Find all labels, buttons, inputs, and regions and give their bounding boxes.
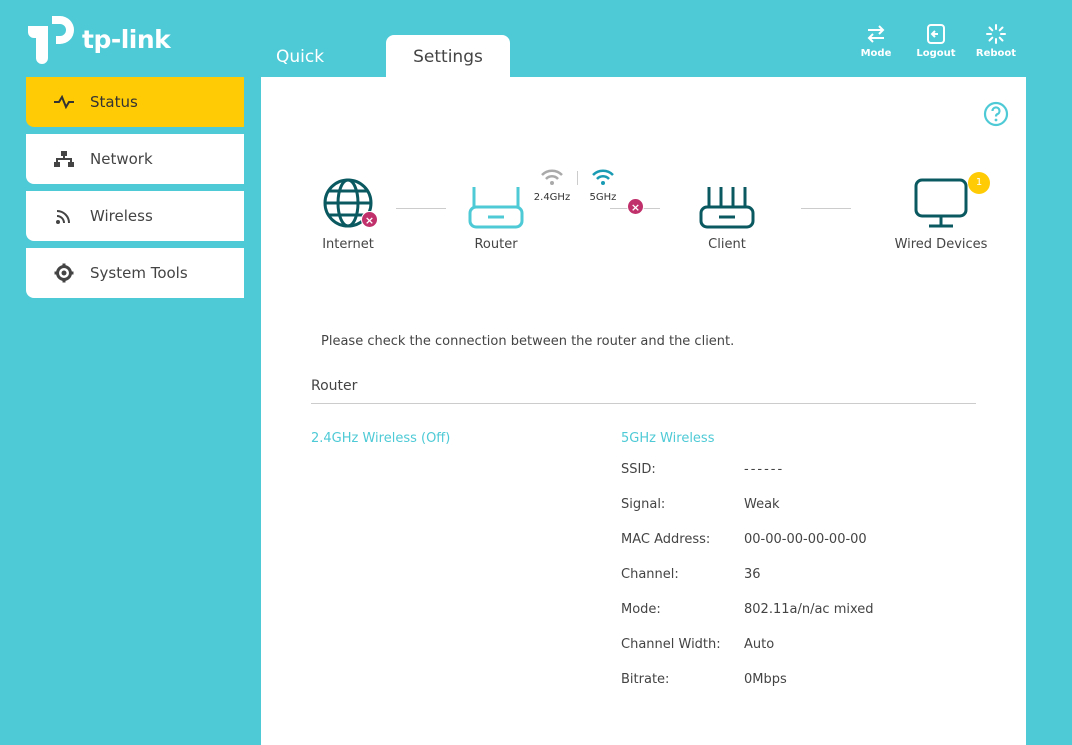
internet-error-icon: × <box>361 211 378 228</box>
tp-link-logo: tp-link <box>26 14 171 64</box>
field-ssid: SSID: ------ <box>621 462 784 477</box>
field-value: 802.11a/n/ac mixed <box>744 602 874 617</box>
pulse-icon <box>52 92 76 112</box>
connection-message: Please check the connection between the … <box>321 334 735 349</box>
sidebar-item-label: Network <box>90 150 153 168</box>
logout-button[interactable]: Logout <box>906 24 966 59</box>
monitor-icon <box>914 178 968 228</box>
field-channel-width: Channel Width: Auto <box>621 637 774 652</box>
main-tabs: Quick Setup Settings <box>262 35 510 111</box>
field-value: 0Mbps <box>744 672 787 687</box>
band-24ghz[interactable]: 2.4GHz <box>532 168 572 203</box>
field-value: ------ <box>744 462 785 477</box>
router-section-title: Router <box>311 378 358 394</box>
top-actions: Mode Logout Reboot <box>846 24 1026 59</box>
tab-settings[interactable]: Settings <box>386 35 510 77</box>
field-key: Channel Width: <box>621 637 721 652</box>
wired-devices-label: Wired Devices <box>894 237 988 252</box>
band-5ghz[interactable]: 5GHz <box>585 168 621 203</box>
internet-label: Internet <box>322 237 374 252</box>
client-label: Client <box>708 237 746 252</box>
wireless-5-title: 5GHz Wireless <box>621 431 715 446</box>
field-value: Weak <box>744 497 780 512</box>
wired-devices-count-badge: 1 <box>968 172 990 194</box>
field-value: 36 <box>744 567 761 582</box>
field-value: Auto <box>744 637 775 652</box>
field-key: MAC Address: <box>621 532 711 547</box>
client-router-icon <box>699 187 755 229</box>
client-node[interactable]: Client <box>697 185 757 252</box>
sidebar-item-wireless[interactable]: Wireless <box>26 191 244 241</box>
tp-link-logo-icon <box>28 16 74 64</box>
field-value: 00-00-00-00-00-00 <box>744 532 867 547</box>
reboot-label: Reboot <box>975 48 1017 59</box>
network-topology: Internet × Router 2.4GHz 5GHz × Client W… <box>261 77 1026 277</box>
brand-name: tp-link <box>82 24 171 54</box>
logout-icon <box>927 24 945 44</box>
sidebar: Status Network Wireless System Tools <box>26 77 244 305</box>
mode-button[interactable]: Mode <box>846 24 906 59</box>
field-signal: Signal: Weak <box>621 497 780 512</box>
sidebar-item-label: Status <box>90 93 138 111</box>
field-key: Channel: <box>621 567 679 582</box>
band-5-label: 5GHz <box>589 192 617 203</box>
field-mac-address: MAC Address: 00-00-00-00-00-00 <box>621 532 867 547</box>
sidebar-item-label: Wireless <box>90 207 153 225</box>
main-panel: Internet × Router 2.4GHz 5GHz × Client W… <box>261 77 1026 745</box>
wireless-24-title: 2.4GHz Wireless (Off) <box>311 431 451 446</box>
sidebar-item-status[interactable]: Status <box>26 77 244 127</box>
field-bitrate: Bitrate: 0Mbps <box>621 672 787 687</box>
gear-icon <box>52 263 76 283</box>
tab-quick-setup[interactable]: Quick Setup <box>262 35 386 111</box>
field-mode: Mode: 802.11a/n/ac mixed <box>621 602 874 617</box>
sidebar-item-system-tools[interactable]: System Tools <box>26 248 244 298</box>
band-separator <box>577 171 578 185</box>
sidebar-item-network[interactable]: Network <box>26 134 244 184</box>
field-key: Bitrate: <box>621 672 670 687</box>
field-channel: Channel: 36 <box>621 567 761 582</box>
internet-router-link <box>396 208 446 209</box>
band-24-label: 2.4GHz <box>533 192 571 203</box>
mode-label: Mode <box>860 48 892 59</box>
router-label: Router <box>474 237 518 252</box>
field-key: Mode: <box>621 602 661 617</box>
wifi-signal-icon <box>52 206 76 226</box>
logout-label: Logout <box>916 48 956 59</box>
router-icon <box>468 187 524 229</box>
sidebar-item-label: System Tools <box>90 264 188 282</box>
mode-swap-icon <box>867 25 885 43</box>
wifi-5-icon <box>592 169 614 185</box>
reboot-button[interactable]: Reboot <box>966 24 1026 59</box>
reboot-icon <box>986 24 1006 44</box>
network-tree-icon <box>52 149 76 169</box>
field-key: Signal: <box>621 497 666 512</box>
router-node[interactable]: Router <box>466 185 526 252</box>
client-link-error-icon: × <box>627 198 644 215</box>
section-divider <box>311 403 976 404</box>
client-wired-link <box>801 208 851 209</box>
wifi-24-icon <box>541 169 563 185</box>
field-key: SSID: <box>621 462 656 477</box>
